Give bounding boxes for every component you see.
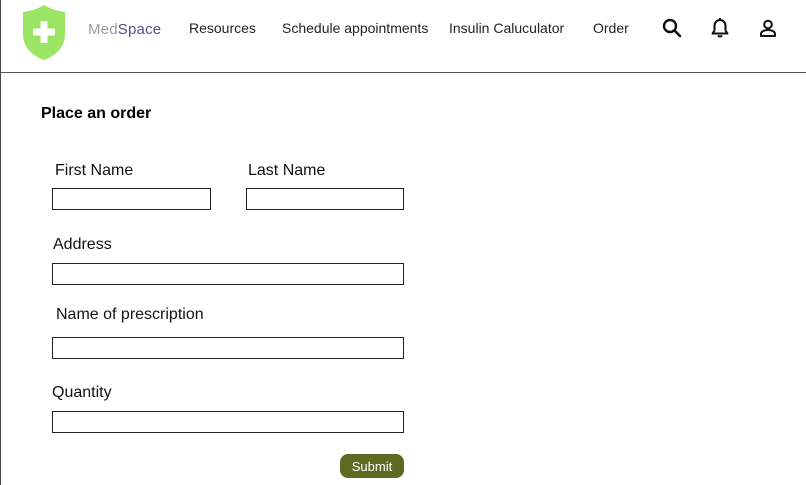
first-name-field[interactable] (52, 188, 211, 210)
page-title: Place an order (41, 105, 152, 122)
first-name-label: First Name (55, 162, 134, 179)
shield-logo-icon[interactable] (22, 4, 66, 61)
prescription-field[interactable] (52, 337, 404, 359)
nav-resources[interactable]: Resources (189, 20, 256, 36)
search-icon[interactable] (661, 17, 683, 39)
quantity-field[interactable] (52, 411, 404, 433)
address-label: Address (53, 236, 112, 253)
prescription-label: Name of prescription (56, 306, 204, 323)
submit-button[interactable]: Submit (340, 454, 404, 478)
brand-name[interactable]: MedSpace (88, 21, 161, 38)
brand-med: Med (88, 21, 118, 38)
user-icon[interactable] (757, 17, 779, 39)
last-name-field[interactable] (246, 188, 404, 210)
last-name-label: Last Name (248, 162, 326, 179)
nav-insulin-calculator[interactable]: Insulin Caluculator (449, 20, 564, 36)
top-nav-bar: MedSpace Resources Schedule appointments… (0, 0, 806, 73)
brand-space: Space (117, 21, 162, 38)
quantity-label: Quantity (52, 384, 112, 401)
nav-schedule-appointments[interactable]: Schedule appointments (282, 20, 428, 36)
bell-icon[interactable] (709, 17, 731, 39)
address-field[interactable] (52, 263, 404, 285)
nav-order[interactable]: Order (593, 20, 629, 36)
